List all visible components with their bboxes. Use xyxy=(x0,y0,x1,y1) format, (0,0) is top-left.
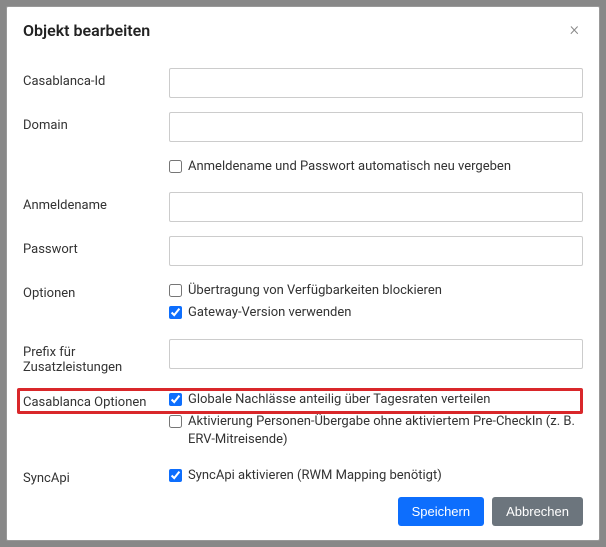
syncapi-aktivieren-label: SyncApi aktivieren (RWM Mapping benötigt… xyxy=(188,467,442,485)
auto-credentials-checkbox[interactable] xyxy=(169,160,182,173)
passwort-label: Passwort xyxy=(23,236,169,257)
syncapi-label: SyncApi xyxy=(23,465,169,486)
domain-label: Domain xyxy=(23,112,169,133)
close-icon[interactable]: × xyxy=(566,21,583,39)
personen-uebergabe-checkbox[interactable] xyxy=(169,415,182,428)
casablanca-id-input[interactable] xyxy=(169,68,583,98)
blockieren-checkbox[interactable] xyxy=(169,284,182,297)
casablanca-optionen-label: Casablanca Optionen xyxy=(23,389,169,410)
globale-nachlasse-checkbox[interactable] xyxy=(169,393,182,406)
modal-body: Casablanca-Id Domain Anmeldename und Pas… xyxy=(7,50,599,487)
auto-credentials-label: Anmeldename und Passwort automatisch neu… xyxy=(188,158,511,176)
cancel-button[interactable]: Abbrechen xyxy=(492,497,583,526)
save-button[interactable]: Speichern xyxy=(398,497,485,526)
gateway-label: Gateway-Version verwenden xyxy=(188,304,351,322)
gateway-checkbox-row[interactable]: Gateway-Version verwenden xyxy=(169,302,583,322)
personen-uebergabe-label: Aktivierung Personen-Übergabe ohne aktiv… xyxy=(188,413,583,449)
syncapi-checkbox[interactable] xyxy=(169,469,182,482)
globale-nachlasse-label: Globale Nachlässe anteilig über Tagesrat… xyxy=(188,391,490,409)
auto-credentials-checkbox-row[interactable]: Anmeldename und Passwort automatisch neu… xyxy=(169,156,583,176)
modal-title: Objekt bearbeiten xyxy=(23,21,150,40)
domain-input[interactable] xyxy=(169,112,583,142)
blockieren-label: Übertragung von Verfügbarkeiten blockier… xyxy=(188,282,442,300)
prefix-input[interactable] xyxy=(169,339,583,369)
globale-nachlasse-checkbox-row[interactable]: Globale Nachlässe anteilig über Tagesrat… xyxy=(169,389,583,409)
casablanca-id-label: Casablanca-Id xyxy=(23,68,169,89)
prefix-label: Prefix für Zusatzleistungen xyxy=(23,339,169,375)
anmeldename-label: Anmeldename xyxy=(23,192,169,213)
anmeldename-input[interactable] xyxy=(169,192,583,222)
modal-footer: Speichern Abbrechen xyxy=(7,487,599,540)
optionen-label: Optionen xyxy=(23,280,169,301)
gateway-checkbox[interactable] xyxy=(169,306,182,319)
blockieren-checkbox-row[interactable]: Übertragung von Verfügbarkeiten blockier… xyxy=(169,280,583,300)
personen-uebergabe-checkbox-row[interactable]: Aktivierung Personen-Übergabe ohne aktiv… xyxy=(169,411,583,449)
passwort-input[interactable] xyxy=(169,236,583,266)
modal-header: Objekt bearbeiten × xyxy=(7,7,599,50)
edit-object-modal: Objekt bearbeiten × Casablanca-Id Domain… xyxy=(6,6,600,541)
syncapi-checkbox-row[interactable]: SyncApi aktivieren (RWM Mapping benötigt… xyxy=(169,465,583,485)
